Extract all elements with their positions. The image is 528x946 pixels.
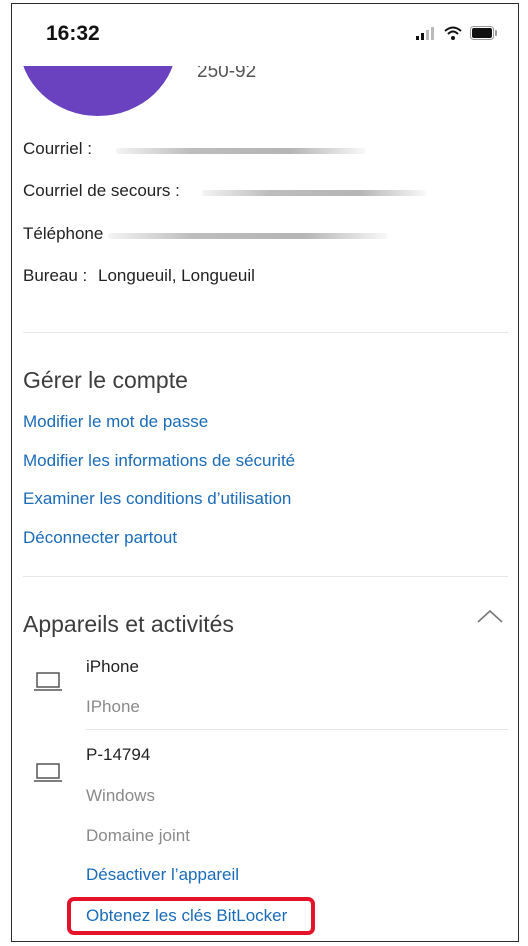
change-password-link[interactable]: Modifier le mot de passe bbox=[23, 412, 208, 432]
status-time: 16:32 bbox=[46, 22, 100, 45]
office-value: Longueuil, Longueuil bbox=[98, 266, 255, 285]
device-type: IPhone bbox=[86, 697, 140, 716]
devices-title: Appareils et activités bbox=[23, 611, 234, 637]
review-terms-link[interactable]: Examiner les conditions d’utilisation bbox=[23, 489, 291, 509]
office-label: Bureau : bbox=[23, 266, 88, 285]
chevron-up-icon[interactable] bbox=[476, 608, 504, 624]
laptop-icon bbox=[34, 672, 62, 691]
sign-out-everywhere-link[interactable]: Déconnecter partout bbox=[23, 528, 177, 548]
status-bar: 16:32 bbox=[12, 4, 518, 66]
disable-device-link[interactable]: Désactiver l’appareil bbox=[86, 865, 239, 885]
phone-screen: 16:32 250-92 Courriel : Courriel de seco bbox=[11, 3, 519, 942]
get-bitlocker-keys-link[interactable]: Obtenez les clés BitLocker bbox=[86, 906, 287, 926]
divider bbox=[23, 332, 508, 333]
device-name: P-14794 bbox=[86, 745, 151, 764]
backup-email-redacted bbox=[202, 190, 427, 196]
device-os: Windows bbox=[86, 786, 155, 805]
email-redacted bbox=[116, 148, 366, 154]
divider bbox=[86, 729, 508, 730]
backup-email-label: Courriel de secours : bbox=[23, 181, 180, 200]
signal-icon bbox=[416, 27, 434, 40]
laptop-icon bbox=[34, 763, 62, 782]
manage-account-title: Gérer le compte bbox=[23, 367, 188, 393]
device-join-status: Domaine joint bbox=[86, 826, 190, 845]
device-name: iPhone bbox=[86, 657, 139, 676]
status-icons bbox=[416, 26, 498, 40]
battery-icon bbox=[470, 26, 497, 40]
email-label: Courriel : bbox=[23, 139, 92, 158]
wifi-icon bbox=[444, 26, 462, 40]
phone-redacted bbox=[108, 233, 388, 239]
edit-security-info-link[interactable]: Modifier les informations de sécurité bbox=[23, 451, 295, 471]
phone-label: Téléphone bbox=[23, 224, 104, 243]
divider bbox=[23, 576, 508, 577]
